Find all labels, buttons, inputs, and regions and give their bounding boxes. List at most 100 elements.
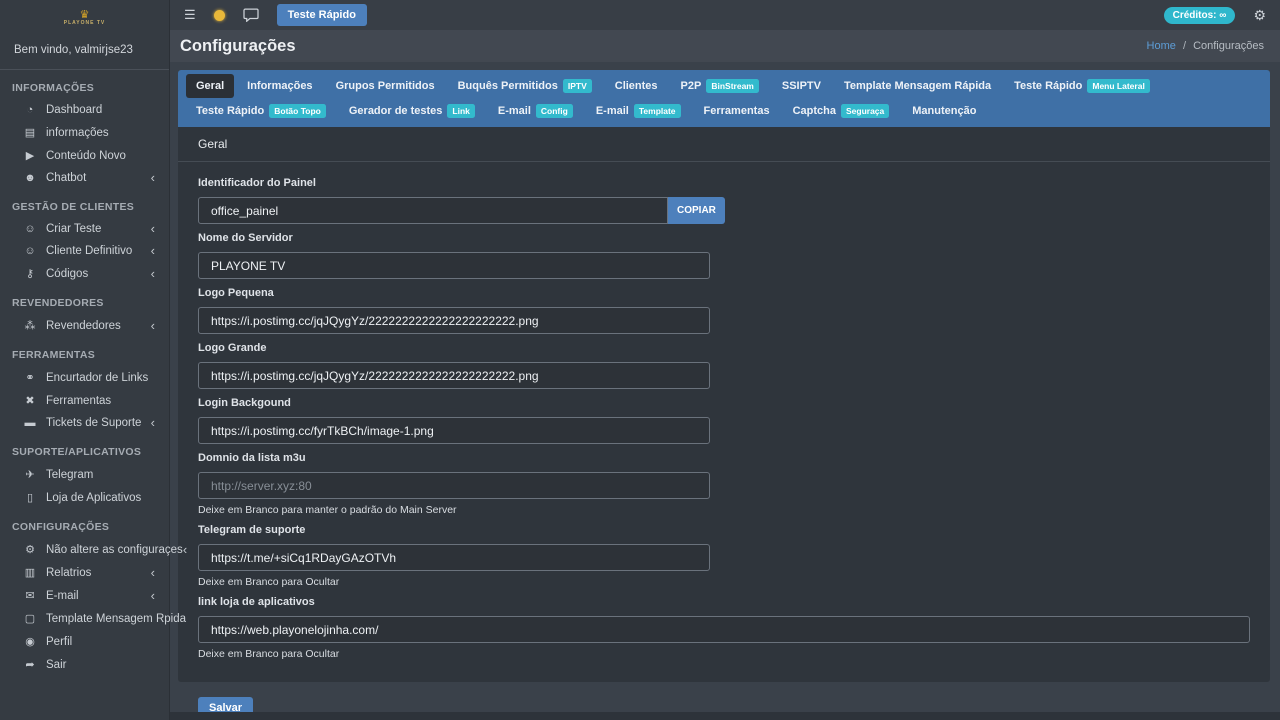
sidebar-item-sair[interactable]: ➦ Sair bbox=[0, 653, 169, 676]
tab-label: Manutenção bbox=[912, 105, 976, 117]
sidebar-nav: INFORMAÇÕES ◔ Dashboard ▤ informações ▶ … bbox=[0, 70, 169, 676]
breadcrumb-current: Configurações bbox=[1193, 40, 1264, 52]
tab-label: Buquês Permitidos bbox=[458, 80, 558, 92]
form-field: Identificador do Painel COPIAR bbox=[198, 177, 1250, 224]
tab-badge: Config bbox=[536, 104, 573, 118]
tab-teste-rapido-menu-lateral[interactable]: Teste Rápido Menu Lateral bbox=[1004, 74, 1160, 98]
nome-do-servidor-input[interactable] bbox=[198, 252, 710, 279]
sidebar-item-codigos[interactable]: ⚷ Códigos ‹ bbox=[0, 262, 169, 285]
sidebar-item-perfil[interactable]: ◉ Perfil bbox=[0, 630, 169, 653]
sidebar-item-template-mensagem-rpida[interactable]: ▢ Template Mensagem Rpida bbox=[0, 607, 169, 630]
sidebar-item-informacoes[interactable]: ▤ informações bbox=[0, 121, 169, 144]
chat-bubble-icon[interactable] bbox=[243, 8, 259, 22]
sidebar-section-title: REVENDEDORES bbox=[0, 285, 169, 314]
tab-p2p-binstream[interactable]: P2P BinStream bbox=[671, 74, 769, 98]
settings-card: Geral Informações Grupos Permitidos Buqu… bbox=[178, 70, 1270, 682]
sidebar-item-relatrios[interactable]: ▥ Relatrios ‹ bbox=[0, 561, 169, 584]
sidebar-item-telegram[interactable]: ✈ Telegram bbox=[0, 463, 169, 486]
sidebar-item-criar-teste[interactable]: ☺ Criar Teste ‹ bbox=[0, 218, 169, 240]
dashboard-gauge-icon: ◔ bbox=[20, 104, 40, 116]
page-title-bar: Configurações Home / Configurações bbox=[170, 30, 1280, 62]
sidebar-item-chatbot[interactable]: ☻ Chatbot ‹ bbox=[0, 167, 169, 189]
sidebar-item-label: Tickets de Suporte bbox=[46, 417, 141, 429]
chevron-left-icon: ‹ bbox=[151, 418, 157, 428]
form-field: Nome do Servidor bbox=[198, 232, 1250, 279]
sign-out-icon: ➦ bbox=[20, 658, 40, 671]
sidebar-item-label: Relatrios bbox=[46, 567, 91, 579]
tab-badge: BinStream bbox=[706, 79, 759, 93]
field-label: Domnio da lista m3u bbox=[198, 452, 1250, 464]
bottom-strip bbox=[170, 712, 1280, 720]
tab-e-mail-config[interactable]: E-mail Config bbox=[488, 99, 583, 123]
tab-ferramentas[interactable]: Ferramentas bbox=[694, 99, 780, 123]
field-label: Logo Grande bbox=[198, 342, 1250, 354]
sidebar-item-tickets-de-suporte[interactable]: ▬ Tickets de Suporte ‹ bbox=[0, 412, 169, 434]
hamburger-menu-icon[interactable]: ☰ bbox=[184, 7, 196, 23]
field-label: Telegram de suporte bbox=[198, 524, 1250, 536]
sidebar-item-conteudo-novo[interactable]: ▶ Conteúdo Novo bbox=[0, 144, 169, 167]
field-label: Login Backgound bbox=[198, 397, 1250, 409]
form-field: Logo Grande bbox=[198, 342, 1250, 389]
logo-pequena-input[interactable] bbox=[198, 307, 710, 334]
sidebar-item-label: Telegram bbox=[46, 469, 93, 481]
tab-geral[interactable]: Geral bbox=[186, 74, 234, 98]
breadcrumb-home-link[interactable]: Home bbox=[1147, 40, 1176, 52]
sidebar-item-ferramentas[interactable]: ✖ Ferramentas bbox=[0, 389, 169, 412]
theme-sun-icon[interactable] bbox=[214, 10, 225, 21]
gear-icon[interactable]: ⚙ bbox=[1253, 7, 1266, 24]
sidebar-item-encurtador-de-links[interactable]: ⚭ Encurtador de Links bbox=[0, 366, 169, 389]
sidebar-item-cliente-definitivo[interactable]: ☺ Cliente Definitivo ‹ bbox=[0, 240, 169, 262]
sidebar-item-label: Conteúdo Novo bbox=[46, 150, 126, 162]
tab-manutencao[interactable]: Manutenção bbox=[902, 99, 986, 123]
chevron-left-icon: ‹ bbox=[151, 269, 157, 279]
tab-teste-rapido-botao-topo[interactable]: Teste Rápido Botão Topo bbox=[186, 99, 336, 123]
brand-logo[interactable]: ♛ PLAYONE TV bbox=[0, 0, 169, 32]
link-icon: ⚭ bbox=[20, 371, 40, 384]
sidebar: ♛ PLAYONE TV Bem vindo, valmirjse23 INFO… bbox=[0, 0, 170, 720]
link-loja-de-aplicativos-input[interactable] bbox=[198, 616, 1250, 643]
tab-badge: Menu Lateral bbox=[1087, 79, 1149, 93]
user-check-icon: ☺ bbox=[20, 245, 40, 257]
logo-grande-input[interactable] bbox=[198, 362, 710, 389]
field-label: Logo Pequena bbox=[198, 287, 1250, 299]
sidebar-item-dashboard[interactable]: ◔ Dashboard bbox=[0, 99, 169, 121]
credits-badge: Créditos: ∞ bbox=[1164, 7, 1236, 24]
tab-clientes[interactable]: Clientes bbox=[605, 74, 668, 98]
sidebar-item-label: informações bbox=[46, 127, 109, 139]
tab-badge: Template bbox=[634, 104, 681, 118]
domnio-da-lista-m3u-input[interactable] bbox=[198, 472, 710, 499]
users-gear-icon: ⚙ bbox=[20, 543, 40, 556]
sidebar-item-e-mail[interactable]: ✉ E-mail ‹ bbox=[0, 584, 169, 607]
field-label: Identificador do Painel bbox=[198, 177, 1250, 189]
tab-label: Teste Rápido bbox=[1014, 80, 1082, 92]
quick-test-button[interactable]: Teste Rápido bbox=[277, 4, 367, 26]
tab-gerador-de-testes-link[interactable]: Gerador de testes Link bbox=[339, 99, 485, 123]
login-backgound-input[interactable] bbox=[198, 417, 710, 444]
sidebar-item-label: Ferramentas bbox=[46, 395, 111, 407]
sidebar-item-label: Cliente Definitivo bbox=[46, 245, 132, 257]
sidebar-item-revendedores[interactable]: ⁂ Revendedores ‹ bbox=[0, 314, 169, 337]
identificador-do-painel-input[interactable] bbox=[198, 197, 668, 224]
sidebar-item-loja-de-aplicativos[interactable]: ▯ Loja de Aplicativos bbox=[0, 486, 169, 509]
field-helper-text: Deixe em Branco para Ocultar bbox=[198, 576, 1250, 588]
sidebar-item-label: Loja de Aplicativos bbox=[46, 492, 141, 504]
tab-e-mail-template[interactable]: E-mail Template bbox=[586, 99, 691, 123]
tab-label: Gerador de testes bbox=[349, 105, 443, 117]
tab-grupos-permitidos[interactable]: Grupos Permitidos bbox=[326, 74, 445, 98]
user-plus-icon: ☺ bbox=[20, 223, 40, 235]
sidebar-item-label: Template Mensagem Rpida bbox=[46, 613, 186, 625]
mobile-icon: ▯ bbox=[20, 491, 40, 504]
users-group-icon: ⁂ bbox=[20, 319, 40, 332]
tab-label: Geral bbox=[196, 80, 224, 92]
tab-informacoes[interactable]: Informações bbox=[237, 74, 322, 98]
telegram-de-suporte-input[interactable] bbox=[198, 544, 710, 571]
sidebar-item-label: E-mail bbox=[46, 590, 79, 602]
tab-captcha-seguraca[interactable]: Captcha Seguraça bbox=[783, 99, 900, 123]
copy-button[interactable]: COPIAR bbox=[668, 197, 725, 224]
form-field: Telegram de suporte Deixe em Branco para… bbox=[198, 524, 1250, 588]
tab-ssiptv[interactable]: SSIPTV bbox=[772, 74, 831, 98]
tab-buques-permitidos-iptv[interactable]: Buquês Permitidos IPTV bbox=[448, 74, 602, 98]
tab-template-mensagem-rapida[interactable]: Template Mensagem Rápida bbox=[834, 74, 1001, 98]
chevron-left-icon: ‹ bbox=[183, 545, 189, 555]
sidebar-item-nao-altere-as-configuraces[interactable]: ⚙ Não altere as configuraçes ‹ bbox=[0, 538, 169, 561]
